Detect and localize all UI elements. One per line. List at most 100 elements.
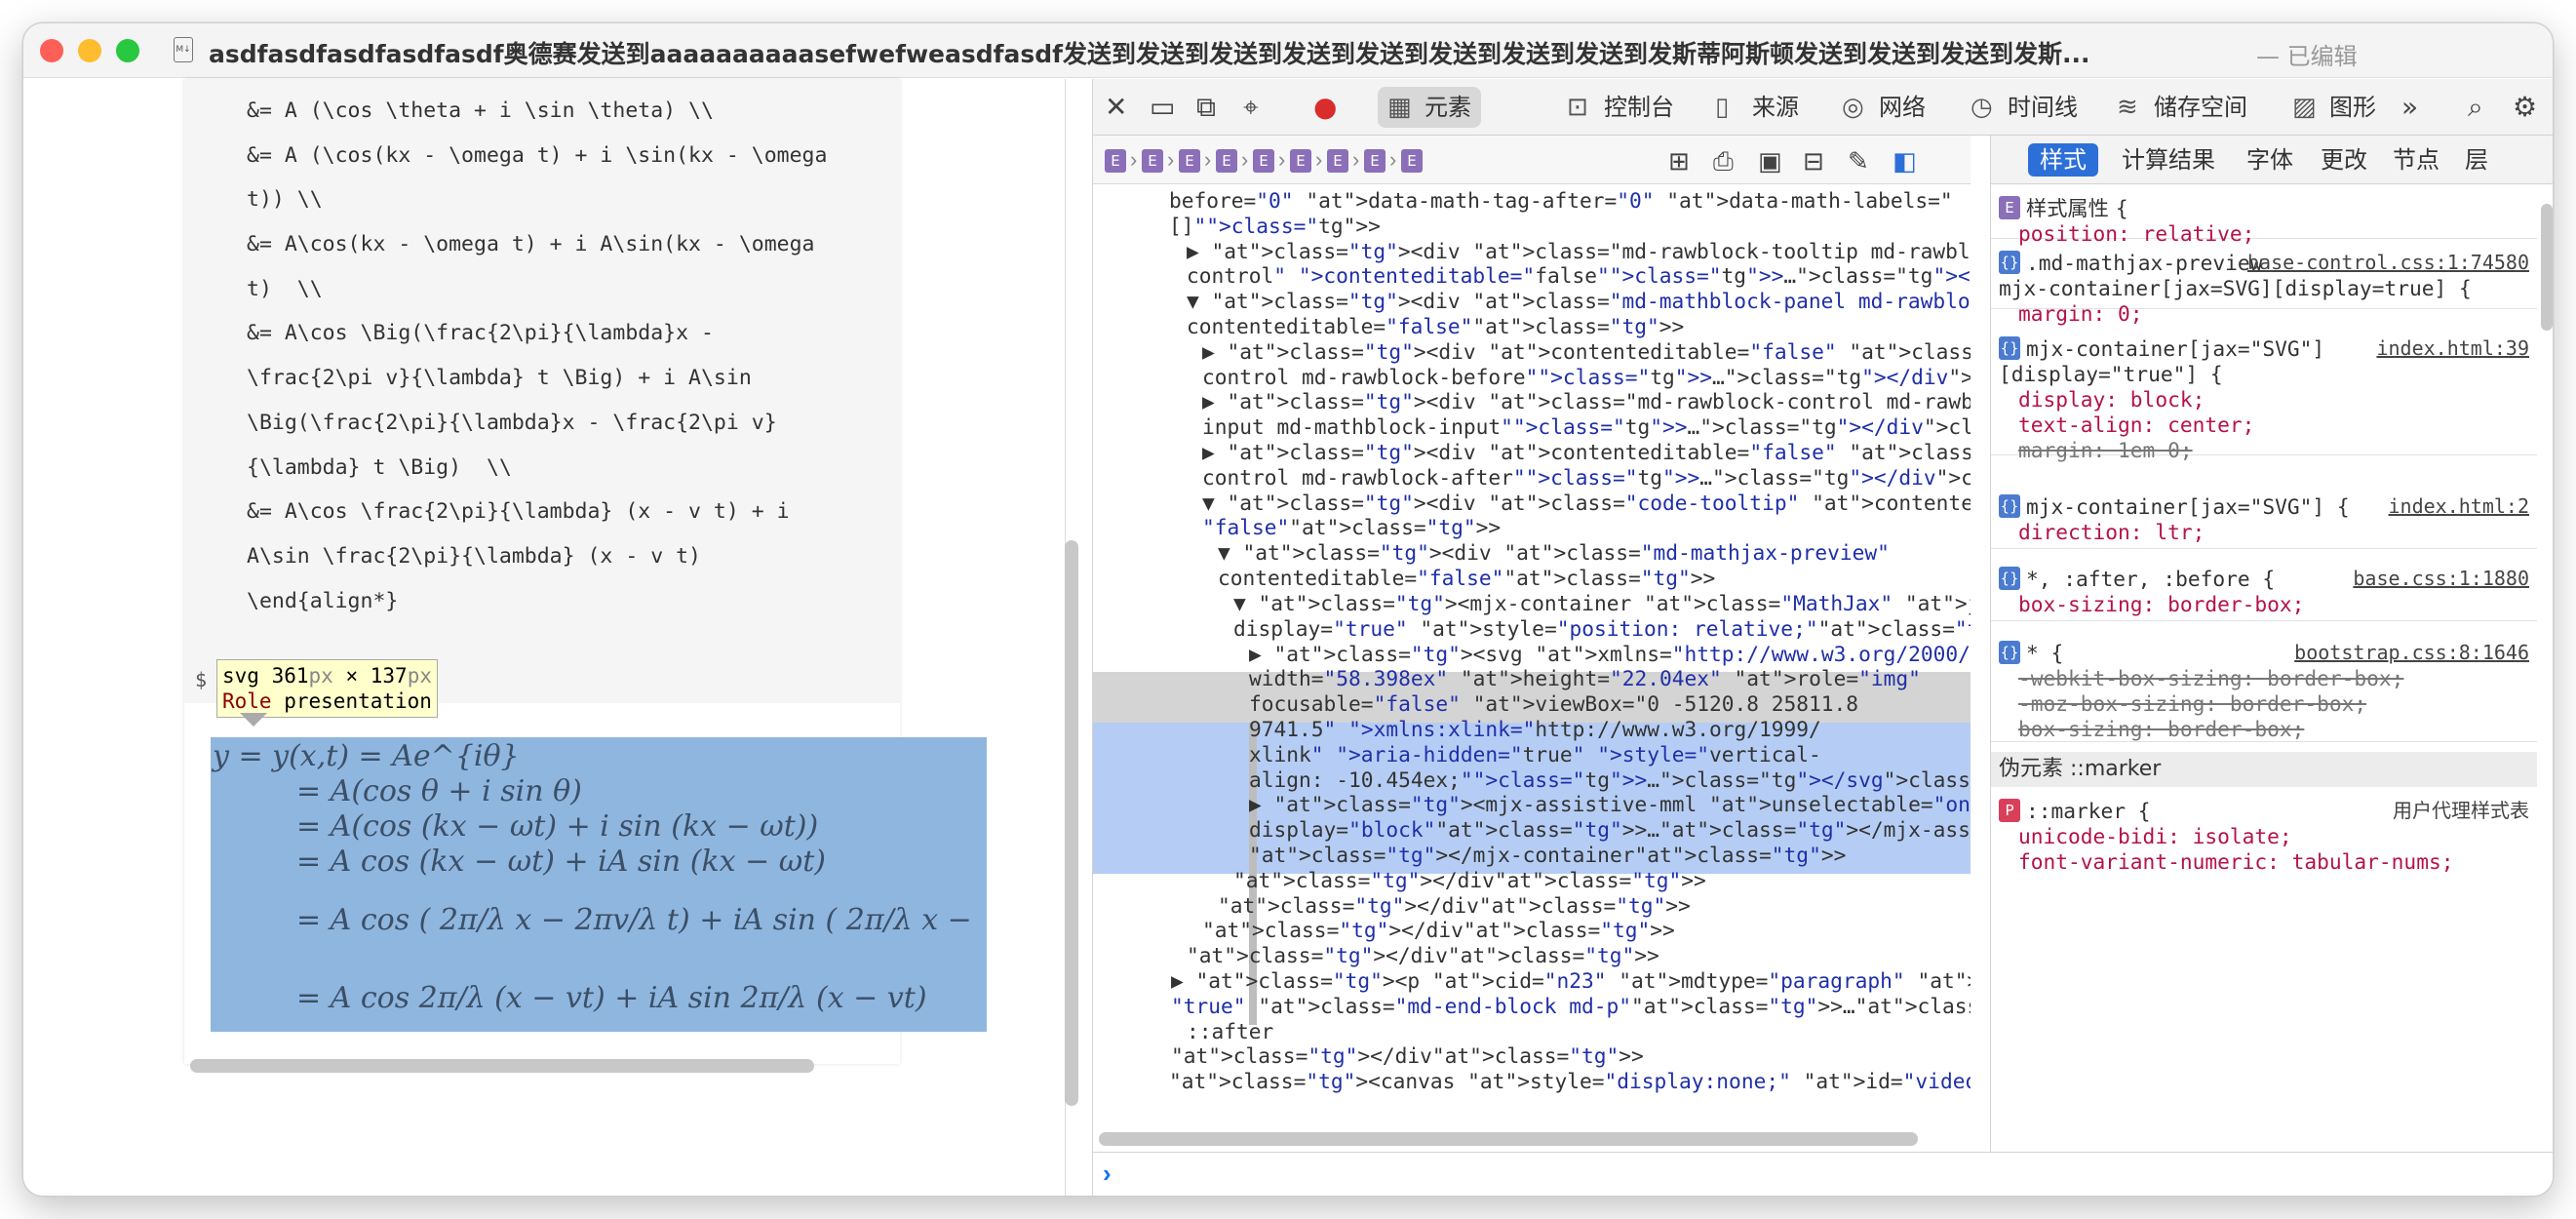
dom-node-line[interactable]: control md-rawblock-after"">class="tg">>…	[1202, 465, 1971, 491]
dom-node-line[interactable]: ▼ "at">class="tg"><div "at">class="md-ma…	[1187, 289, 1971, 314]
breadcrumb-element-badge[interactable]: E	[1253, 149, 1274, 173]
style-rule-inline[interactable]: E 样式属性 { position: relative;	[1991, 184, 2537, 246]
dom-node-line[interactable]: "at">class="tg"></div"at">class="tg">>	[1171, 1043, 1644, 1069]
dom-node-line[interactable]: "false""at">class="tg">>	[1202, 515, 1501, 540]
paint-icon[interactable]: ✎	[1848, 147, 1869, 177]
tab-network[interactable]: ◎ 网络	[1832, 87, 1935, 128]
dom-node-line[interactable]: ▶ "at">class="tg"><p "at">cid="n23" "at"…	[1171, 968, 1971, 994]
breadcrumb-chevron-icon: ›	[1352, 147, 1360, 172]
dom-node-line[interactable]: ▶ "at">class="tg"><div "at">class="md-ra…	[1187, 239, 1971, 264]
zoom-window-button[interactable]	[116, 39, 139, 62]
rule-source-link[interactable]: index.html:2	[2389, 494, 2530, 520]
dom-node-line[interactable]: focusable="false" "at">viewBox="0 -5120.…	[1249, 691, 1858, 717]
style-rule-universal-pseudo[interactable]: {} *, :after, :before { base.css:1:1880 …	[1991, 559, 2537, 621]
dom-node-line[interactable]: before="0" "at">data-math-tag-after="0" …	[1169, 188, 1953, 214]
styles-vertical-scrollbar[interactable]	[2541, 204, 2553, 331]
breadcrumb-element-badge[interactable]: E	[1401, 149, 1423, 173]
code-line: {\lambda} t \Big) \\	[247, 454, 512, 480]
tab-elements[interactable]: ▦ 元素	[1378, 87, 1481, 128]
dom-node-line[interactable]: display="block""at">class="tg">>…"at">cl…	[1249, 817, 1971, 843]
code-line: t)) \\	[247, 187, 323, 213]
dom-node-line[interactable]: "at">class="tg"></div"at">class="tg">>	[1202, 918, 1675, 943]
breadcrumb-element-badge[interactable]: E	[1142, 149, 1163, 173]
compositing-icon[interactable]: ▣	[1758, 147, 1782, 177]
rule-source-link[interactable]: base-control.css:1:74580	[2247, 251, 2529, 276]
dom-node-line[interactable]: align: -10.454ex;"">class="tg">>…">class…	[1249, 767, 1971, 793]
tab-sources[interactable]: ▯ 来源	[1705, 87, 1809, 128]
editor-vertical-scrollbar[interactable]	[1065, 540, 1078, 1106]
dom-node-line[interactable]: control md-rawblock-before"">class="tg">…	[1202, 365, 1971, 390]
style-rule-mathjax-preview[interactable]: {} .md-mathjax-preview base-control.css:…	[1991, 243, 2537, 326]
breadcrumb-element-badge[interactable]: E	[1290, 149, 1311, 173]
dom-node-line[interactable]: "true" "at">class="md-end-block md-p""at…	[1171, 994, 1971, 1019]
dom-node-line[interactable]: ▼ "at">class="tg"><div "at">class="md-ma…	[1218, 540, 1890, 566]
tab-changes[interactable]: 更改	[2309, 143, 2379, 177]
dom-node-line[interactable]: control" ">contenteditable="false"">clas…	[1187, 263, 1971, 289]
breadcrumb-element-badge[interactable]: E	[1327, 149, 1348, 173]
math-preview-highlight[interactable]: y = y(x,t) = Ae^{iθ} = A(cos θ + i sin θ…	[211, 737, 987, 1032]
style-rules: E 样式属性 { position: relative; {} .md-math…	[1991, 184, 2537, 1081]
breadcrumb-chevron-icon: ›	[1241, 147, 1249, 172]
more-tabs-icon[interactable]: »	[2401, 93, 2418, 122]
dom-node-line[interactable]: input md-mathblock-input"">class="tg">>……	[1202, 414, 1971, 440]
dom-node-line[interactable]: "at">class="tg"></div"at">class="tg">>	[1233, 868, 1706, 893]
minimize-window-button[interactable]	[78, 39, 101, 62]
tab-computed[interactable]: 计算结果	[2110, 143, 2227, 177]
tab-console[interactable]: ⊡ 控制台	[1557, 87, 1684, 128]
style-rule-bootstrap-universal[interactable]: {} * { bootstrap.css:8:1646 -webkit-box-…	[1991, 633, 2537, 742]
network-icon: ◎	[1842, 93, 1864, 122]
editor-horizontal-scrollbar[interactable]	[190, 1059, 814, 1073]
dom-horizontal-scrollbar[interactable]	[1099, 1132, 1918, 1146]
dom-node-line[interactable]: 9741.5" ">xmlns:xlink="http://www.w3.org…	[1249, 717, 1821, 742]
style-rule-mjx-direction[interactable]: {} mjx-container[jax="SVG"] { index.html…	[1991, 487, 2537, 549]
console-prompt-bar[interactable]: ›	[1093, 1152, 2553, 1196]
tab-storage[interactable]: ≋ 储存空间	[2107, 87, 2257, 128]
dom-node-line[interactable]: ::after	[1187, 1019, 1273, 1044]
toggle-sidebar-icon[interactable]: ◧	[1893, 147, 1917, 177]
gear-icon[interactable]: ⚙	[2513, 93, 2537, 122]
style-rule-mjx-display[interactable]: {} mjx-container[jax="SVG"] index.html:3…	[1991, 329, 2537, 462]
breadcrumb-element-badge[interactable]: E	[1216, 149, 1237, 173]
dom-node-line[interactable]: ▶ "at">class="tg"><div "at">contentedita…	[1202, 339, 1971, 365]
rule-source-link[interactable]: bootstrap.css:8:1646	[2294, 641, 2529, 666]
tab-graphics[interactable]: ▨ 图形	[2283, 87, 2386, 128]
dom-node-line[interactable]: "at">class="tg"><canvas "at">style="disp…	[1169, 1069, 1971, 1094]
dom-node-line[interactable]: ▶ "at">class="tg"><div "at">contentedita…	[1202, 440, 1971, 465]
dom-node-line[interactable]: "at">class="tg"></div"at">class="tg">>	[1218, 893, 1691, 919]
dom-node-line[interactable]: contenteditable="false""at">class="tg">>	[1187, 314, 1684, 339]
breadcrumb-element-badge[interactable]: E	[1179, 149, 1200, 173]
tab-node[interactable]: 节点	[2381, 143, 2451, 177]
layout-icon[interactable]: ⊟	[1803, 147, 1824, 177]
dom-node-line[interactable]: []"">class="tg">>	[1169, 214, 1381, 239]
dom-node-line[interactable]: "at">class="tg"></mjx-container"at">clas…	[1249, 843, 1846, 868]
breadcrumb-element-badge[interactable]: E	[1364, 149, 1386, 173]
tab-timelines[interactable]: ◷ 时间线	[1961, 87, 2088, 128]
dom-node-line[interactable]: ▼ "at">class="tg"><mjx-container "at">cl…	[1233, 591, 1971, 616]
dom-node-line[interactable]: width="58.398ex" "at">height="22.04ex" "…	[1249, 666, 1921, 691]
tab-font[interactable]: 字体	[2235, 143, 2305, 177]
dock-bottom-icon[interactable]: ▭	[1150, 93, 1175, 122]
math-source-editor[interactable]: &= A (\cos \theta + i \sin \theta) \\ &= …	[184, 79, 900, 703]
element-picker-icon[interactable]: ⌖	[1243, 93, 1259, 122]
rule-source-link[interactable]: base.css:1:1880	[2353, 567, 2529, 592]
dom-node-line[interactable]: ▶ "at">class="tg"><mjx-assistive-mml "at…	[1249, 792, 1971, 817]
close-inspector-icon[interactable]: ✕	[1105, 93, 1127, 122]
detach-window-icon[interactable]: ⧉	[1196, 93, 1216, 122]
dom-node-line[interactable]: ▼ "at">class="tg"><div "at">class="code-…	[1202, 491, 1971, 516]
dom-node-line[interactable]: ▶ "at">class="tg"><svg "at">xmlns="http:…	[1249, 642, 1971, 667]
dom-node-line[interactable]: ▶ "at">class="tg"><div "at">class="md-ra…	[1202, 389, 1971, 414]
print-icon[interactable]: ⎙	[1713, 147, 1734, 177]
style-rule-marker[interactable]: P ::marker { 用户代理样式表 unicode-bidi: isola…	[1991, 791, 2537, 888]
breadcrumb-element-badge[interactable]: E	[1105, 149, 1126, 173]
error-badge-icon[interactable]: ●	[1313, 93, 1337, 122]
close-window-button[interactable]	[40, 39, 63, 62]
search-icon[interactable]: ⌕	[2468, 93, 2483, 122]
tab-styles[interactable]: 样式	[2028, 143, 2098, 177]
dom-node-line[interactable]: display="true" "at">style="position: rel…	[1233, 616, 1971, 642]
grid-overlay-icon[interactable]: ⊞	[1668, 147, 1690, 177]
tab-layers[interactable]: 层	[2453, 143, 2500, 177]
dom-node-line[interactable]: xlink" ">aria-hidden="true" ">style="ver…	[1249, 742, 1821, 767]
rule-source-link[interactable]: index.html:39	[2376, 336, 2529, 362]
dom-node-line[interactable]: "at">class="tg"></div"at">class="tg">>	[1187, 943, 1659, 968]
dom-node-line[interactable]: contenteditable="false""at">class="tg">>	[1218, 566, 1715, 591]
